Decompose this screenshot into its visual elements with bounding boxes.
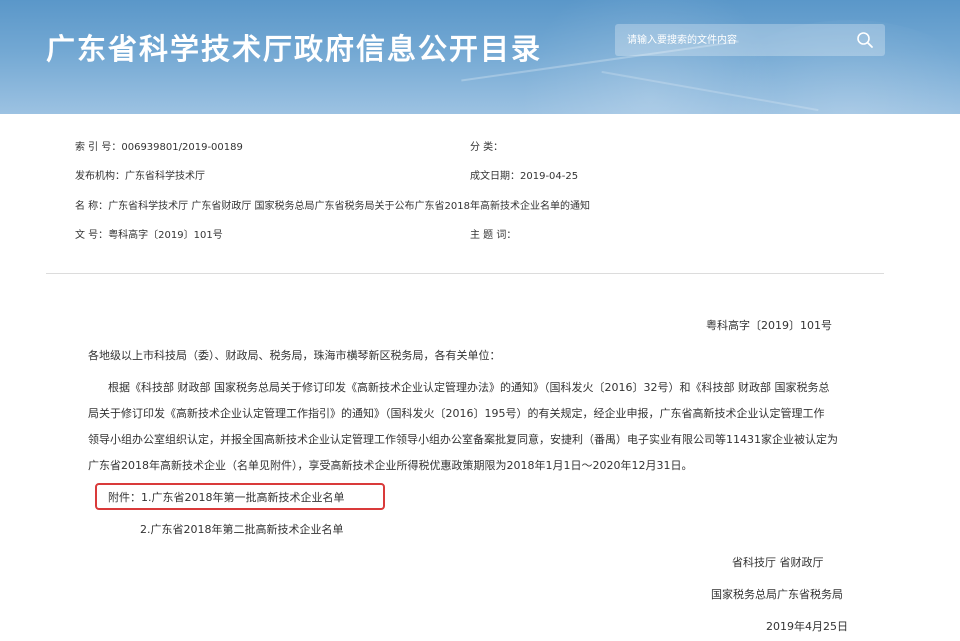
meta-docno-value: 粤科高字〔2019〕101号 <box>108 230 223 241</box>
attachment-link-2[interactable]: 2.广东省2018年第二批高新技术企业名单 <box>140 521 344 537</box>
document-body-line: 广东省2018年高新技术企业（名单见附件），享受高新技术企业所得税优惠政策期限为… <box>88 459 693 472</box>
search-icon[interactable] <box>855 30 875 50</box>
document-salutation: 各地级以上市科技局（委）、财政局、税务局，珠海市横琴新区税务局，各有关单位： <box>88 349 501 362</box>
search-box <box>615 24 885 56</box>
attachment-link-1[interactable]: 附件：1.广东省2018年第一批高新技术企业名单 <box>108 489 345 505</box>
signature-agencies: 省科技厅 省财政厅 <box>732 556 824 569</box>
search-input[interactable] <box>627 31 847 49</box>
document-body-line: 局关于修订印发《高新技术企业认定管理工作指引》的通知》（国科发火〔2016〕19… <box>88 407 825 420</box>
meta-docno-label: 文 号： <box>75 230 109 241</box>
meta-issuer: 发布机构：广东省科学技术厅 <box>75 167 205 182</box>
divider <box>46 273 884 274</box>
meta-date-value: 2019-04-25 <box>520 171 579 182</box>
page-title: 广东省科学技术厅政府信息公开目录 <box>46 32 543 66</box>
header-banner: 广东省科学技术厅政府信息公开目录 <box>0 0 960 114</box>
metadata-table: 索 引 号：006939801/2019-00189 分 类： 发布机构：广东省… <box>0 114 960 274</box>
meta-issuer-value: 广东省科学技术厅 <box>125 171 205 182</box>
signature-date: 2019年4月25日 <box>766 620 848 633</box>
meta-issuer-label: 发布机构： <box>75 171 125 182</box>
document-body-line: 根据《科技部 财政部 国家税务总局关于修订印发《高新技术企业认定管理办法》的通知… <box>108 381 830 394</box>
meta-name-value: 广东省科学技术厅 广东省财政厅 国家税务总局广东省税务局关于公布广东省2018年… <box>108 201 590 212</box>
document-ref-number: 粤科高字〔2019〕101号 <box>706 319 832 332</box>
meta-subject: 主 题 词： <box>470 226 516 241</box>
meta-index-value: 006939801/2019-00189 <box>121 142 243 153</box>
meta-index: 索 引 号：006939801/2019-00189 <box>75 138 243 153</box>
meta-category-label: 分 类： <box>470 142 504 153</box>
meta-date-label: 成文日期： <box>470 171 520 182</box>
meta-name: 名 称：广东省科学技术厅 广东省财政厅 国家税务总局广东省税务局关于公布广东省2… <box>75 197 590 212</box>
meta-docno: 文 号：粤科高字〔2019〕101号 <box>75 226 223 241</box>
signature-tax-bureau: 国家税务总局广东省税务局 <box>711 588 843 601</box>
document-body-line: 领导小组办公室组织认定，并报全国高新技术企业认定管理工作领导小组办公室备案批复同… <box>88 433 838 446</box>
meta-subject-label: 主 题 词： <box>470 230 517 241</box>
meta-name-label: 名 称： <box>75 201 109 212</box>
meta-index-label: 索 引 号： <box>75 142 122 153</box>
meta-date: 成文日期：2019-04-25 <box>470 167 578 182</box>
meta-category: 分 类： <box>470 138 503 153</box>
